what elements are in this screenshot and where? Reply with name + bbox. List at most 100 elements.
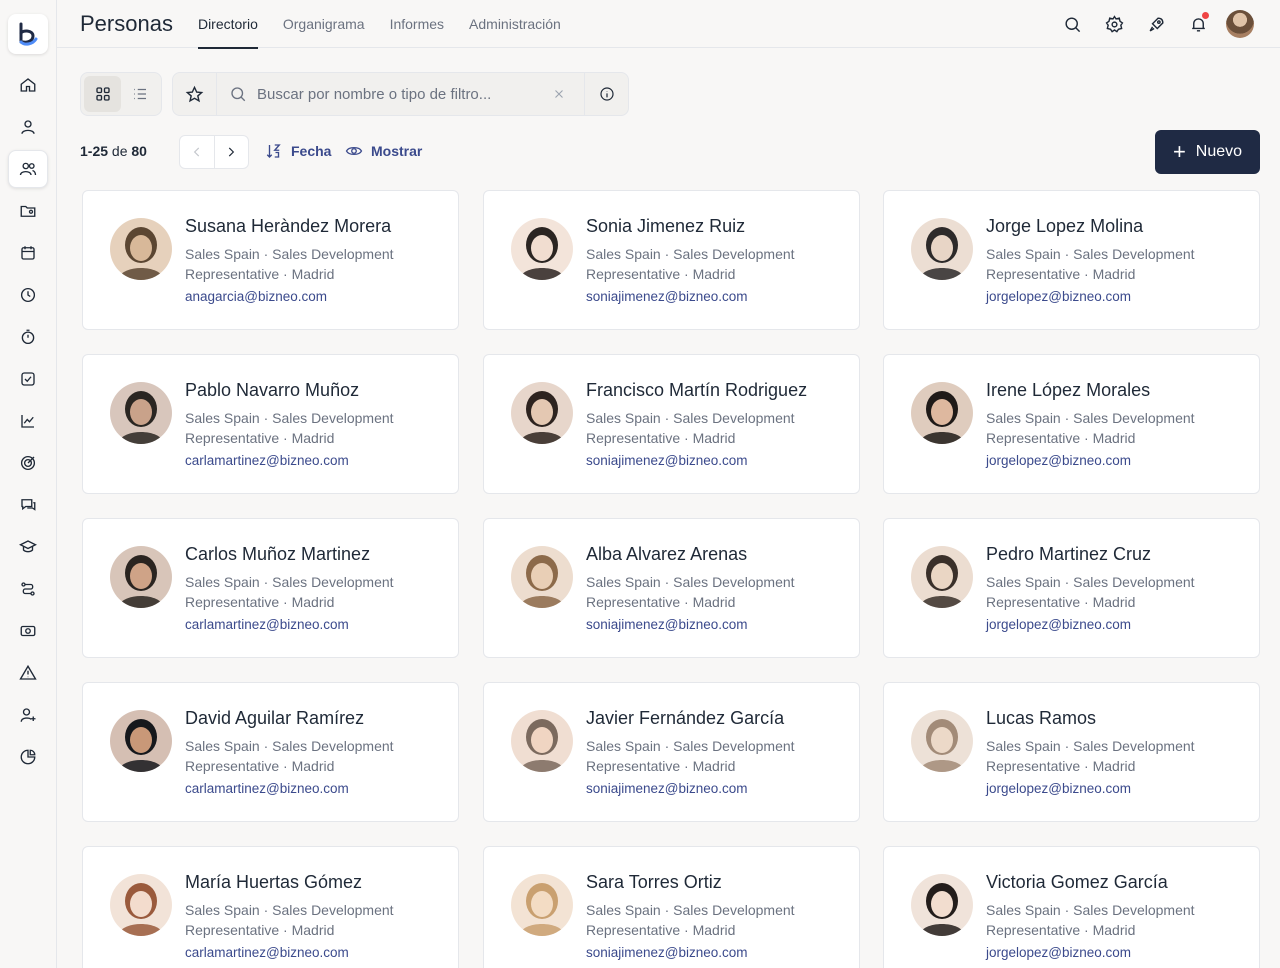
tab-directorio[interactable]: Directorio [197, 0, 258, 49]
person-card[interactable]: Irene López Morales Sales Spain · Sales D… [883, 354, 1260, 494]
person-email-link[interactable]: jorgelopez@bizneo.com [986, 781, 1131, 796]
person-card[interactable]: Sara Torres Ortiz Sales Spain · Sales Dev… [483, 846, 860, 968]
person-email-link[interactable]: soniajimenez@bizneo.com [586, 617, 748, 632]
nav-money-icon[interactable] [8, 612, 48, 650]
person-role: Sales Spain · Sales Development Represen… [986, 246, 1195, 282]
user-avatar[interactable] [1226, 10, 1254, 38]
person-card[interactable]: Carlos Muñoz Martinez Sales Spain · Sales… [82, 518, 459, 658]
person-name[interactable]: Alba Alvarez Arenas [586, 544, 747, 565]
person-card[interactable]: Lucas Ramos Sales Spain · Sales Developme… [883, 682, 1260, 822]
info-icon [599, 87, 614, 101]
person-role: Sales Spain · Sales Development Represen… [986, 738, 1195, 774]
sort-by-date-button[interactable]: Fecha [265, 142, 331, 160]
nav-check-icon[interactable] [8, 360, 48, 398]
next-page-button[interactable] [213, 136, 248, 168]
person-name[interactable]: María Huertas Gómez [185, 872, 362, 893]
person-name[interactable]: Lucas Ramos [986, 708, 1096, 729]
search-icon[interactable] [1058, 10, 1086, 38]
nav-add-user-icon[interactable] [8, 696, 48, 734]
grid-view-button[interactable] [84, 76, 121, 112]
person-role: Sales Spain · Sales Development Represen… [586, 410, 795, 446]
person-email-link[interactable]: carlamartinez@bizneo.com [185, 617, 349, 632]
tab-organigrama[interactable]: Organigrama [283, 0, 365, 48]
person-email-link[interactable]: carlamartinez@bizneo.com [185, 945, 349, 960]
person-email-link[interactable]: carlamartinez@bizneo.com [185, 453, 349, 468]
nav-chart-icon[interactable] [8, 402, 48, 440]
person-name[interactable]: Irene López Morales [986, 380, 1150, 401]
person-role: Sales Spain · Sales Development Represen… [185, 738, 394, 774]
prev-page-button[interactable] [180, 136, 214, 168]
person-card[interactable]: María Huertas Gómez Sales Spain · Sales D… [82, 846, 459, 968]
bell-icon[interactable] [1184, 10, 1212, 38]
gear-icon[interactable] [1100, 10, 1128, 38]
person-name[interactable]: Francisco Martín Rodriguez [586, 380, 807, 401]
person-name[interactable]: Pablo Navarro Muñoz [185, 380, 359, 401]
info-button[interactable] [584, 73, 628, 115]
person-name[interactable]: Victoria Gomez García [986, 872, 1168, 893]
person-email-link[interactable]: jorgelopez@bizneo.com [986, 289, 1131, 304]
person-card[interactable]: Francisco Martín Rodriguez Sales Spain · … [483, 354, 860, 494]
person-name[interactable]: Javier Fernández García [586, 708, 784, 729]
nav-calendar-icon[interactable] [8, 234, 48, 272]
person-email-link[interactable]: jorgelopez@bizneo.com [986, 617, 1131, 632]
top-bar: Personas Directorio Organigrama Informes… [57, 0, 1280, 49]
person-card[interactable]: Sonia Jimenez Ruiz Sales Spain · Sales De… [483, 190, 860, 330]
page-total: 80 [131, 143, 147, 159]
person-name[interactable]: Sara Torres Ortiz [586, 872, 722, 893]
nav-pie-icon[interactable] [8, 738, 48, 776]
search-bar [172, 72, 629, 116]
person-email-link[interactable]: soniajimenez@bizneo.com [586, 945, 748, 960]
pager [179, 135, 249, 169]
person-email-link[interactable]: soniajimenez@bizneo.com [586, 289, 748, 304]
person-email-link[interactable]: jorgelopez@bizneo.com [986, 453, 1131, 468]
person-name[interactable]: Carlos Muñoz Martinez [185, 544, 370, 565]
nav-user-icon[interactable] [8, 108, 48, 146]
nav-people-icon[interactable] [8, 150, 48, 188]
tab-informes[interactable]: Informes [390, 0, 444, 48]
person-card[interactable]: Alba Alvarez Arenas Sales Spain · Sales D… [483, 518, 860, 658]
person-email-link[interactable]: carlamartinez@bizneo.com [185, 781, 349, 796]
new-person-button[interactable]: + Nuevo [1155, 130, 1260, 174]
person-role: Sales Spain · Sales Development Represen… [586, 902, 795, 938]
person-role: Sales Spain · Sales Development Represen… [986, 574, 1195, 610]
person-card[interactable]: Javier Fernández García Sales Spain · Sal… [483, 682, 860, 822]
page-of-label: de [111, 143, 128, 159]
person-name[interactable]: Jorge Lopez Molina [986, 216, 1143, 237]
person-card[interactable]: Jorge Lopez Molina Sales Spain · Sales De… [883, 190, 1260, 330]
avatar [511, 382, 573, 444]
nav-clock-icon[interactable] [8, 276, 48, 314]
person-email-link[interactable]: soniajimenez@bizneo.com [586, 781, 748, 796]
person-card[interactable]: Pablo Navarro Muñoz Sales Spain · Sales D… [82, 354, 459, 494]
nav-folder-user-icon[interactable] [8, 192, 48, 230]
avatar [511, 218, 573, 280]
avatar [511, 874, 573, 936]
person-email-link[interactable]: anagarcia@bizneo.com [185, 289, 327, 304]
nav-target-icon[interactable] [8, 444, 48, 482]
nav-graduation-icon[interactable] [8, 528, 48, 566]
person-name[interactable]: Susana Heràndez Morera [185, 216, 391, 237]
search-input[interactable] [257, 74, 547, 114]
nav-route-icon[interactable] [8, 570, 48, 608]
person-name[interactable]: Pedro Martinez Cruz [986, 544, 1151, 565]
person-email-link[interactable]: soniajimenez@bizneo.com [586, 453, 748, 468]
clear-search-icon[interactable] [549, 88, 569, 100]
nav-home-icon[interactable] [8, 66, 48, 104]
person-name[interactable]: Sonia Jimenez Ruiz [586, 216, 745, 237]
rocket-icon[interactable] [1142, 10, 1170, 38]
person-email-link[interactable]: jorgelopez@bizneo.com [986, 945, 1131, 960]
person-card[interactable]: Victoria Gomez García Sales Spain · Sales… [883, 846, 1260, 968]
plus-icon: + [1172, 139, 1186, 164]
tab-administracion[interactable]: Administración [469, 0, 561, 48]
person-card[interactable]: Pedro Martinez Cruz Sales Spain · Sales D… [883, 518, 1260, 658]
show-options-button[interactable]: Mostrar [345, 142, 422, 160]
nav-chat-icon[interactable] [8, 486, 48, 524]
app-logo[interactable] [8, 14, 48, 54]
new-button-label: Nuevo [1195, 143, 1243, 160]
person-card[interactable]: David Aguilar Ramírez Sales Spain · Sales… [82, 682, 459, 822]
list-view-button[interactable] [121, 76, 158, 112]
nav-stopwatch-icon[interactable] [8, 318, 48, 356]
person-name[interactable]: David Aguilar Ramírez [185, 708, 364, 729]
favorite-filter-button[interactable] [173, 72, 217, 116]
person-card[interactable]: Susana Heràndez Morera Sales Spain · Sale… [82, 190, 459, 330]
nav-alert-icon[interactable] [8, 654, 48, 692]
